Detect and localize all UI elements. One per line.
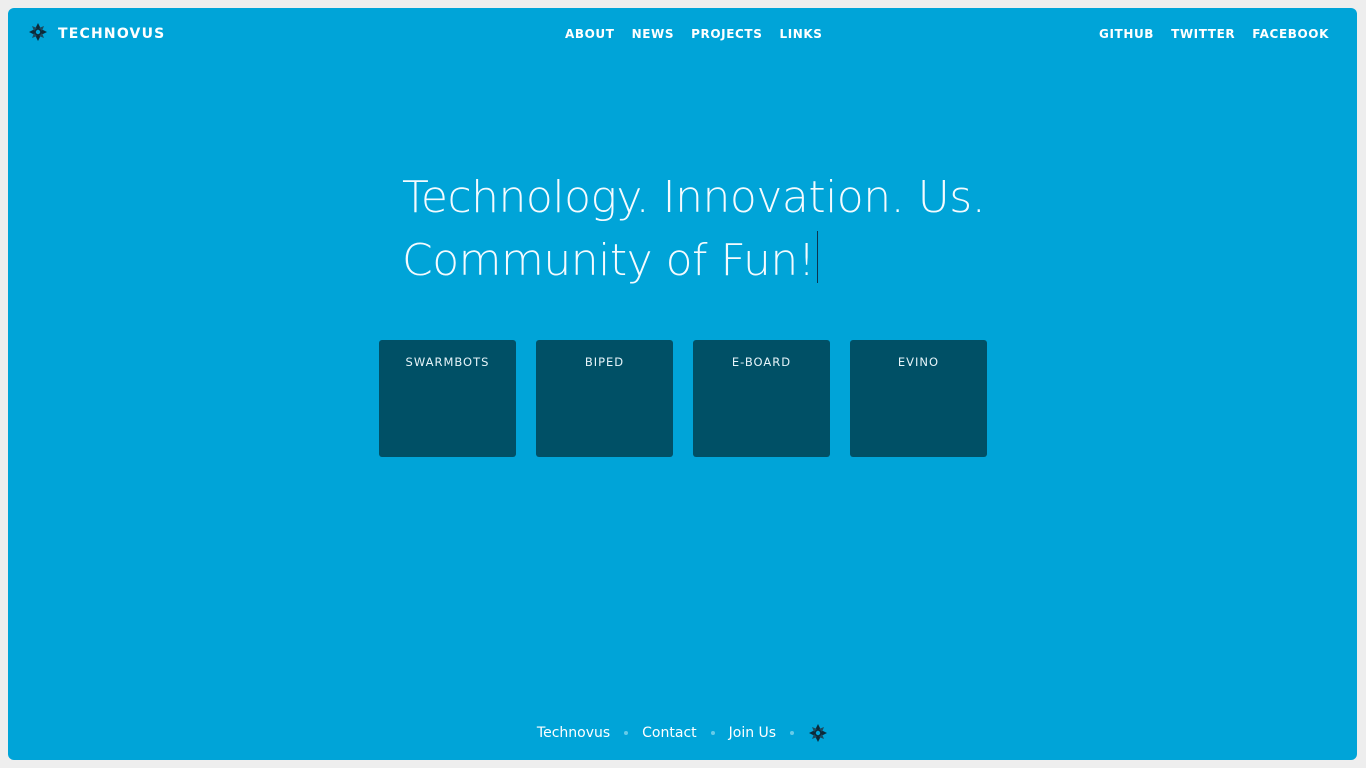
footer-separator	[624, 731, 629, 735]
hero-heading: Technology. Innovation. Us. Community of…	[402, 166, 986, 292]
project-cards: SWARMBOTS BIPED E-BOARD EVINO	[379, 340, 987, 457]
project-card-biped[interactable]: BIPED	[536, 340, 673, 457]
project-card-swarmbots[interactable]: SWARMBOTS	[379, 340, 516, 457]
footer-link-join-us[interactable]: Join Us	[729, 725, 776, 741]
footer-logo-link[interactable]	[808, 723, 828, 743]
nav-news[interactable]: NEWS	[632, 26, 675, 42]
nav-links[interactable]: LINKS	[779, 26, 822, 42]
technovus-logo-icon	[28, 22, 48, 46]
page: TECHNOVUS ABOUT NEWS PROJECTS LINKS GITH…	[8, 8, 1357, 760]
footer-link-contact[interactable]: Contact	[642, 725, 696, 741]
nav-about[interactable]: ABOUT	[565, 26, 615, 42]
project-card-title: SWARMBOTS	[405, 355, 490, 369]
social-nav: GITHUB TWITTER FACEBOOK	[1099, 26, 1329, 42]
project-card-title: BIPED	[584, 355, 625, 369]
footer-separator	[710, 731, 715, 735]
nav-facebook[interactable]: FACEBOOK	[1252, 26, 1329, 42]
footer: Technovus Contact Join Us	[8, 723, 1357, 743]
typing-caret	[816, 231, 818, 283]
technovus-logo-icon	[808, 724, 828, 742]
project-card-e-board[interactable]: E-BOARD	[693, 340, 830, 457]
project-card-evino[interactable]: EVINO	[850, 340, 987, 457]
hero-line-1: Technology. Innovation. Us.	[402, 172, 986, 223]
brand-link[interactable]: TECHNOVUS	[28, 22, 165, 46]
hero-line-2-wrap: Community of Fun!	[402, 229, 985, 292]
footer-separator	[790, 731, 795, 735]
main-nav: ABOUT NEWS PROJECTS LINKS	[565, 26, 823, 42]
hero-line-2: Community of Fun!	[402, 235, 815, 286]
nav-twitter[interactable]: TWITTER	[1171, 26, 1235, 42]
nav-github[interactable]: GITHUB	[1099, 26, 1154, 42]
brand-name: TECHNOVUS	[58, 26, 166, 42]
footer-link-technovus[interactable]: Technovus	[537, 725, 610, 741]
nav-projects[interactable]: PROJECTS	[691, 26, 762, 42]
project-card-title: EVINO	[897, 355, 940, 369]
project-card-title: E-BOARD	[731, 355, 792, 369]
